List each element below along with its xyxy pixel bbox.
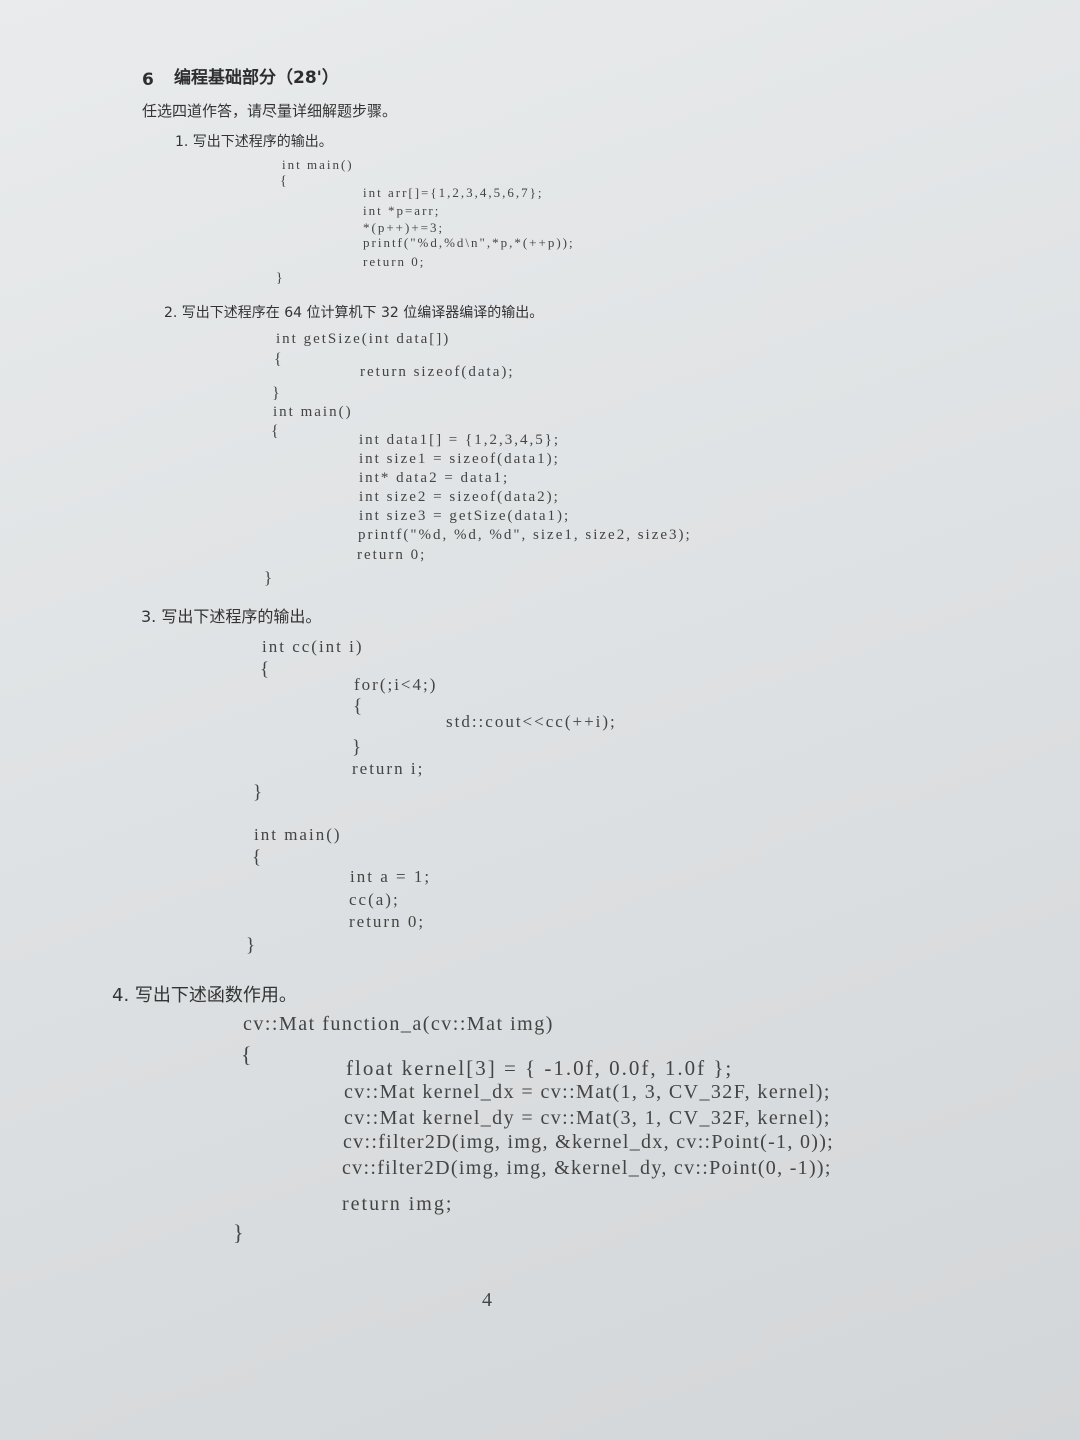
q2-prompt: 2. 写出下述程序在 64 位计算机下 32 位编译器编译的输出。 <box>164 305 544 321</box>
code-brace: { <box>252 847 262 868</box>
code-line: int getSize(int data[]) <box>276 331 451 347</box>
code-brace: { <box>271 423 279 440</box>
code-line: cv::filter2D(img, img, &kernel_dx, cv::P… <box>343 1131 835 1153</box>
code-brace: } <box>276 271 283 286</box>
code-line: return sizeof(data); <box>360 364 515 380</box>
code-brace: } <box>253 782 263 803</box>
code-brace: } <box>352 737 362 758</box>
code-line: return 0; <box>349 912 426 931</box>
code-line: int a = 1; <box>350 867 432 886</box>
code-line: return i; <box>352 759 425 778</box>
code-line: int size1 = sizeof(data1); <box>359 451 560 467</box>
code-brace: { <box>241 1042 252 1067</box>
code-brace: { <box>260 659 270 680</box>
code-line: cv::Mat kernel_dx = cv::Mat(1, 3, CV_32F… <box>344 1081 831 1103</box>
code-line: for(;i<4;) <box>354 675 438 694</box>
code-line: cv::Mat function_a(cv::Mat img) <box>243 1013 554 1035</box>
code-line: cv::filter2D(img, img, &kernel_dy, cv::P… <box>342 1157 832 1179</box>
page-number: 4 <box>482 1289 494 1311</box>
code-line: int main() <box>254 825 342 844</box>
q1-prompt: 1. 写出下述程序的输出。 <box>175 134 333 150</box>
code-brace: } <box>246 935 256 956</box>
code-line: printf("%d,%d\n",*p,*(++p)); <box>363 235 575 250</box>
code-brace: { <box>280 174 287 189</box>
code-line: int main() <box>273 404 353 420</box>
code-line: int size3 = getSize(data1); <box>359 508 571 524</box>
code-line: return 0; <box>357 547 427 563</box>
code-line: cc(a); <box>349 890 400 909</box>
code-brace: { <box>353 696 363 717</box>
code-brace: } <box>233 1220 244 1245</box>
code-line: int arr[]={1,2,3,4,5,6,7}; <box>363 185 544 200</box>
code-brace: } <box>264 568 273 587</box>
code-brace: { <box>274 351 282 368</box>
code-line: int size2 = sizeof(data2); <box>359 489 560 505</box>
section-title: 编程基础部分（28'） <box>174 68 339 88</box>
code-line: int* data2 = data1; <box>359 470 510 486</box>
code-line: return 0; <box>363 254 426 269</box>
exam-page: 6 编程基础部分（28'） 任选四道作答，请尽量详细解题步骤。 1. 写出下述程… <box>0 0 1080 1440</box>
code-line: printf("%d, %d, %d", size1, size2, size3… <box>358 527 692 543</box>
code-line: float kernel[3] = { -1.0f, 0.0f, 1.0f }; <box>346 1056 734 1080</box>
q3-prompt: 3. 写出下述程序的输出。 <box>141 607 322 626</box>
code-line: int cc(int i) <box>262 637 364 656</box>
q4-prompt: 4. 写出下述函数作用。 <box>112 985 297 1006</box>
code-line: cv::Mat kernel_dy = cv::Mat(3, 1, CV_32F… <box>344 1107 831 1129</box>
code-line: return img; <box>342 1193 454 1215</box>
section-number: 6 <box>142 70 154 90</box>
code-brace: } <box>272 385 280 402</box>
code-line: *(p++)+=3; <box>363 220 445 235</box>
code-line: int *p=arr; <box>363 203 441 218</box>
code-line: int main() <box>282 157 354 172</box>
section-instruction: 任选四道作答，请尽量详细解题步骤。 <box>142 102 398 120</box>
code-line: int data1[] = {1,2,3,4,5}; <box>359 432 561 448</box>
code-line: std::cout<<cc(++i); <box>446 712 617 731</box>
